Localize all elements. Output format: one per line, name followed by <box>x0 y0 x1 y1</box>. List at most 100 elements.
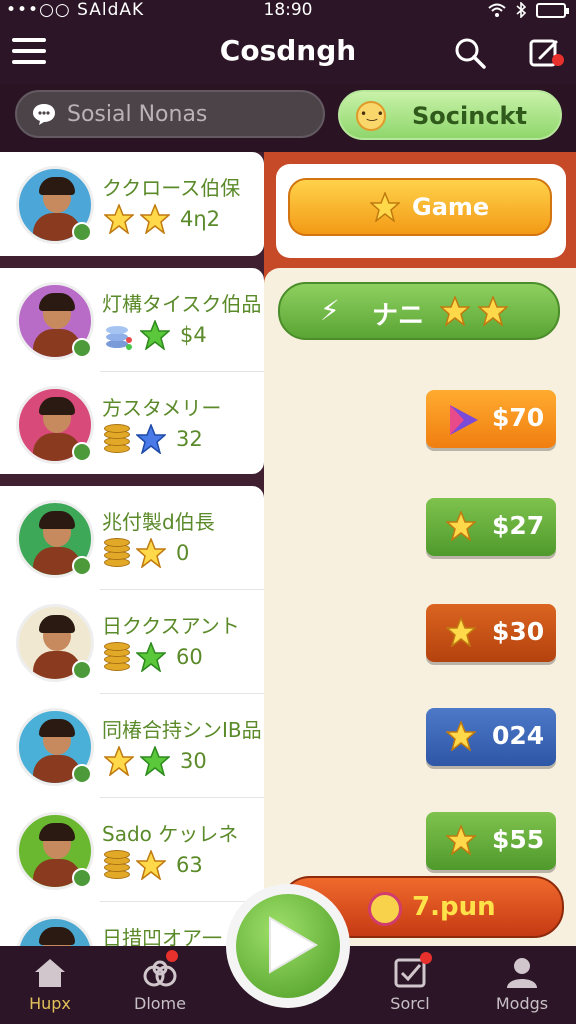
coins-icon <box>104 538 130 568</box>
online-badge <box>72 556 92 576</box>
user-icon <box>507 958 537 988</box>
home-icon <box>35 959 65 987</box>
coin-icon <box>368 892 402 926</box>
online-badge <box>72 222 92 242</box>
social-button[interactable]: Socinckt <box>338 90 562 140</box>
price-list: ⚡ ナニ $70$27$30024$55 簸る <box>264 268 576 974</box>
nav-item-game[interactable]: Dlome <box>110 946 210 1024</box>
star-icon <box>446 825 476 855</box>
price-label: 024 <box>492 721 545 750</box>
search-input[interactable] <box>67 100 307 128</box>
spin-button-label: 7.pun <box>412 892 496 922</box>
battery-icon <box>536 2 569 18</box>
friend-stat-value: 30 <box>180 749 207 773</box>
game-button-label: Game <box>412 193 490 221</box>
friend-list: ククロース伯保 4ƞ2 灯構タイスク伯品 $4 方スタメリー 32 兆付製ⅾ伯長… <box>0 152 264 994</box>
price-button[interactable]: $55 <box>426 812 556 870</box>
search-bar[interactable] <box>15 90 325 138</box>
star-icon <box>446 721 476 751</box>
online-badge <box>72 442 92 462</box>
page-title: Cosdngh <box>219 34 357 67</box>
coins-icon <box>104 424 130 454</box>
friend-stats: 0 <box>104 538 189 568</box>
star-icon <box>440 296 470 326</box>
friend-stat-value: 60 <box>176 645 203 669</box>
friend-stat-value: 4ƞ2 <box>180 207 221 231</box>
star-icon <box>446 511 476 541</box>
bonus-button-label: ナニ <box>372 301 425 331</box>
friend-stats: 30 <box>104 746 207 776</box>
bonus-button[interactable]: ⚡ ナニ <box>278 282 560 340</box>
friend-name: 兆付製ⅾ伯長 <box>102 510 215 534</box>
nav-label-social: Sorcl <box>390 994 430 1013</box>
play-store-icon <box>450 405 478 435</box>
star-icon <box>104 204 134 234</box>
friend-name: 同椿合持シンⅠB品 <box>102 718 262 742</box>
star-icon <box>446 617 476 647</box>
price-button[interactable]: $27 <box>426 498 556 556</box>
play-button[interactable] <box>226 884 350 1008</box>
coins-icon <box>104 850 130 880</box>
smiley-icon <box>356 101 386 131</box>
star-icon <box>136 424 166 454</box>
game-button[interactable]: Game <box>288 178 552 236</box>
nav-label-home: Hupx <box>29 994 71 1013</box>
play-icon <box>269 916 318 974</box>
nav-label-game: Dlome <box>134 994 186 1013</box>
friend-stats: 4ƞ2 <box>104 204 220 234</box>
nav-item-home[interactable]: Hupx <box>0 946 100 1024</box>
friend-row[interactable]: Sado ケッレネ 63 <box>0 798 264 902</box>
online-badge <box>72 660 92 680</box>
nav-item-profile[interactable]: Modgs <box>472 946 572 1024</box>
star-icon <box>140 204 170 234</box>
price-label: $30 <box>492 617 545 646</box>
search-icon[interactable] <box>453 36 487 70</box>
star-icon <box>136 538 166 568</box>
notification-dot <box>420 952 432 964</box>
friend-stats: 60 <box>104 642 203 672</box>
nav-label-profile: Modgs <box>495 994 549 1013</box>
notification-dot <box>552 54 564 66</box>
friend-name: 日ククスアント <box>102 614 240 638</box>
friend-row[interactable]: 灯構タイスク伯品 $4 <box>0 268 264 372</box>
lightning-icon: ⚡ <box>320 294 340 327</box>
friend-row[interactable]: 同椿合持シンⅠB品 30 <box>0 694 264 798</box>
friend-row[interactable]: ククロース伯保 4ƞ2 <box>0 152 264 256</box>
friend-name: 灯構タイスク伯品 <box>102 292 262 316</box>
star-icon <box>136 850 166 880</box>
friend-row[interactable]: 兆付製ⅾ伯長 0 <box>0 486 264 590</box>
friend-stats: $4 <box>104 320 207 350</box>
star-icon <box>370 192 400 222</box>
price-button[interactable]: 024 <box>426 708 556 766</box>
friend-stat-value: $4 <box>180 323 207 347</box>
star-icon <box>140 746 170 776</box>
coins-icon <box>104 642 130 672</box>
friend-stat-value: 63 <box>176 853 203 877</box>
star-icon <box>104 746 134 776</box>
star-icon <box>140 320 170 350</box>
friend-stats: 63 <box>104 850 203 880</box>
price-button[interactable]: $30 <box>426 604 556 662</box>
notification-dot <box>166 950 178 962</box>
main-content: ククロース伯保 4ƞ2 灯構タイスク伯品 $4 方スタメリー 32 兆付製ⅾ伯長… <box>0 152 576 994</box>
chat-bubble-icon <box>33 104 55 125</box>
status-bar: •••○○ SAldAK 18:90 <box>0 0 576 24</box>
price-button[interactable]: $70 <box>426 390 556 448</box>
gem-stack-icon <box>106 326 132 350</box>
status-icons <box>488 2 569 18</box>
online-badge <box>72 868 92 888</box>
social-button-label: Socinckt <box>412 102 527 130</box>
friend-row[interactable]: 日ククスアント 60 <box>0 590 264 694</box>
friend-stat-value: 32 <box>176 427 203 451</box>
online-badge <box>72 338 92 358</box>
bluetooth-icon <box>516 2 526 18</box>
price-label: $55 <box>492 825 545 854</box>
star-icon <box>478 296 508 326</box>
friend-name: 方スタメリー <box>102 396 222 420</box>
star-icon <box>136 642 166 672</box>
friend-name: Sado ケッレネ <box>102 822 239 846</box>
app-header: Cosdngh <box>0 24 576 84</box>
price-label: $27 <box>492 511 545 540</box>
friend-row[interactable]: 方スタメリー 32 <box>0 372 264 476</box>
nav-item-social[interactable]: Sorcl <box>360 946 460 1024</box>
